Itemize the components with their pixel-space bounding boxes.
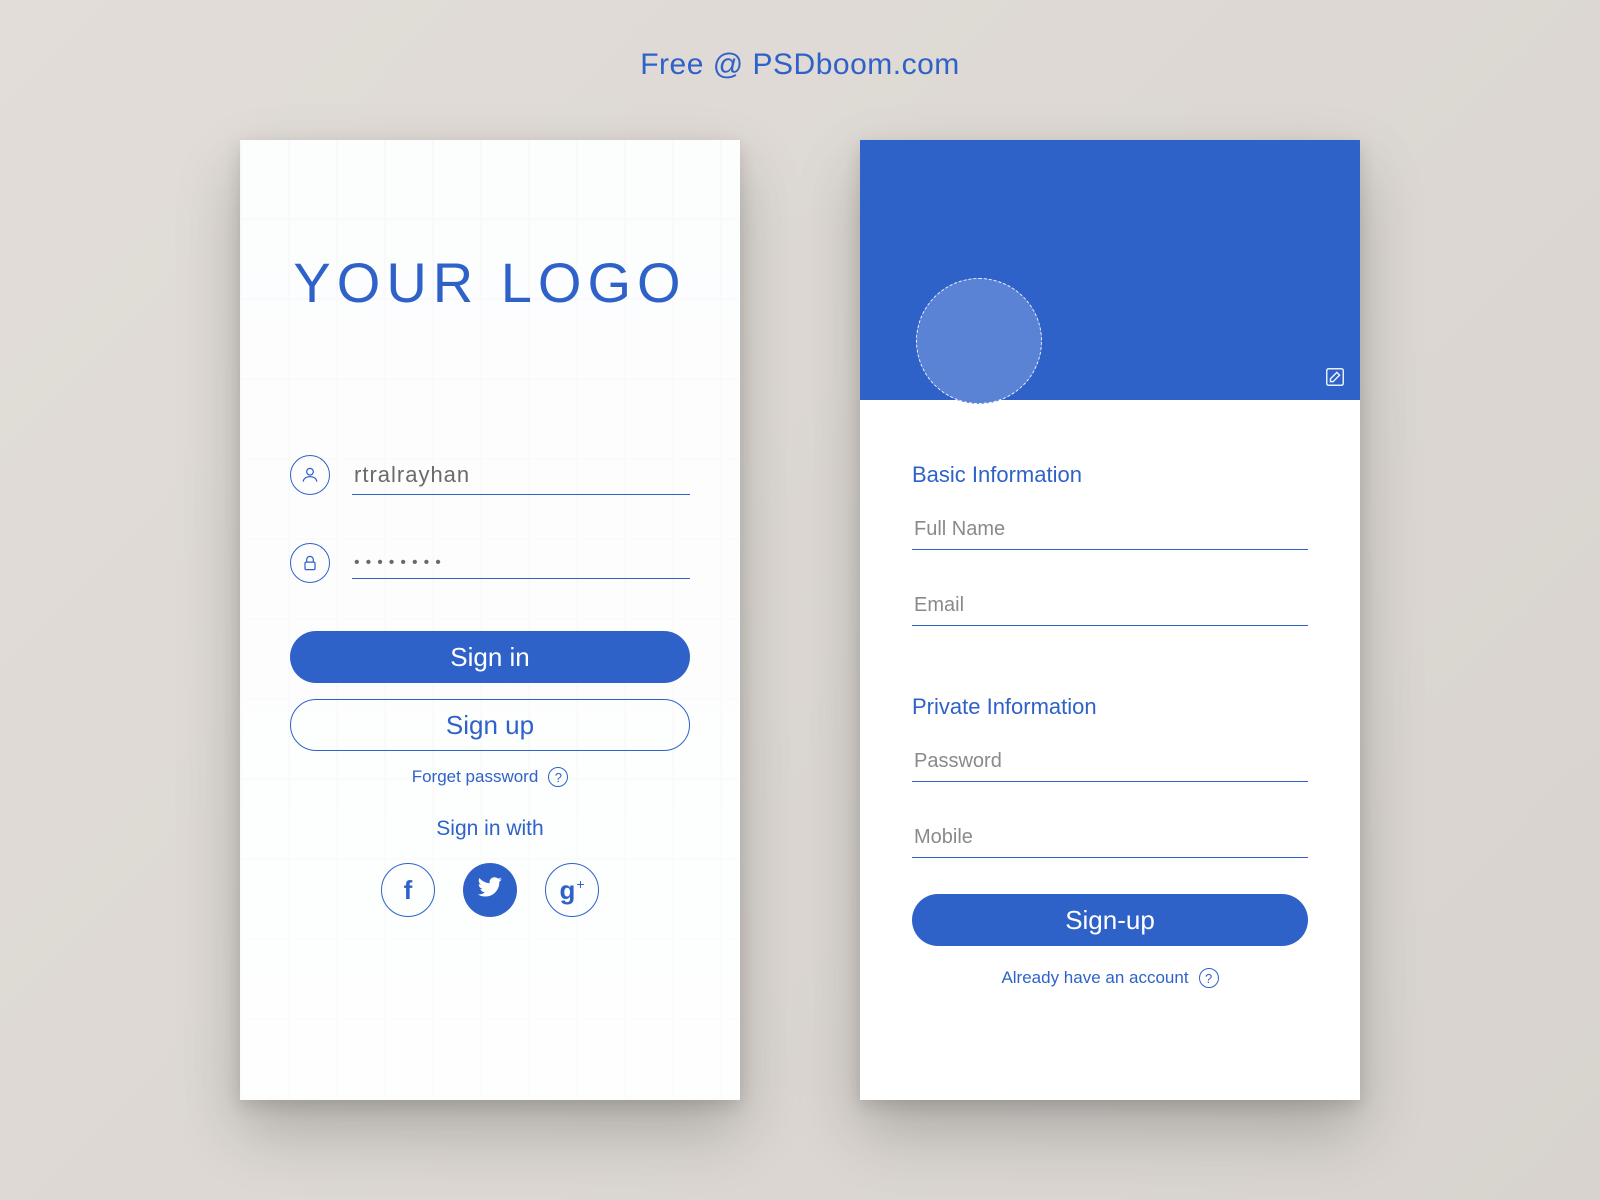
username-input[interactable]: [352, 456, 690, 495]
signup-submit-button[interactable]: Sign-up: [912, 894, 1308, 946]
password-row: [290, 543, 690, 583]
already-have-account-link[interactable]: Already have an account ?: [912, 968, 1308, 988]
already-have-account-label: Already have an account: [1001, 968, 1188, 988]
google-plus-icon: g+: [559, 875, 584, 906]
question-icon: ?: [548, 767, 568, 787]
avatar-placeholder[interactable]: [916, 278, 1042, 404]
lock-icon: [290, 543, 330, 583]
forget-password-label: Forget password: [412, 767, 539, 787]
mobile-input[interactable]: [912, 818, 1308, 858]
signin-with-label: Sign in with: [290, 817, 690, 841]
twitter-button[interactable]: [463, 863, 517, 917]
username-row: [290, 455, 690, 495]
facebook-icon: f: [404, 875, 413, 906]
signup-card: Basic Information Private Information Si…: [860, 140, 1360, 1100]
email-input[interactable]: [912, 586, 1308, 626]
signup-button[interactable]: Sign up: [290, 699, 690, 751]
signup-password-input[interactable]: [912, 742, 1308, 782]
twitter-icon: [477, 874, 503, 907]
question-icon: ?: [1199, 968, 1219, 988]
social-row: f g+: [290, 863, 690, 917]
edit-header-button[interactable]: [1324, 366, 1346, 388]
signin-button[interactable]: Sign in: [290, 631, 690, 683]
password-input[interactable]: [352, 548, 690, 579]
logo-text: YOUR LOGO: [290, 250, 690, 315]
basic-info-heading: Basic Information: [912, 462, 1308, 488]
attribution-text: Free @ PSDboom.com: [0, 48, 1600, 82]
google-plus-button[interactable]: g+: [545, 863, 599, 917]
forget-password-link[interactable]: Forget password ?: [290, 767, 690, 787]
login-card: YOUR LOGO Sign in Sign up Forget passwor…: [240, 140, 740, 1100]
fullname-input[interactable]: [912, 510, 1308, 550]
signup-header: [860, 140, 1360, 400]
user-icon: [290, 455, 330, 495]
private-info-heading: Private Information: [912, 694, 1308, 720]
facebook-button[interactable]: f: [381, 863, 435, 917]
edit-icon: [1324, 375, 1346, 392]
